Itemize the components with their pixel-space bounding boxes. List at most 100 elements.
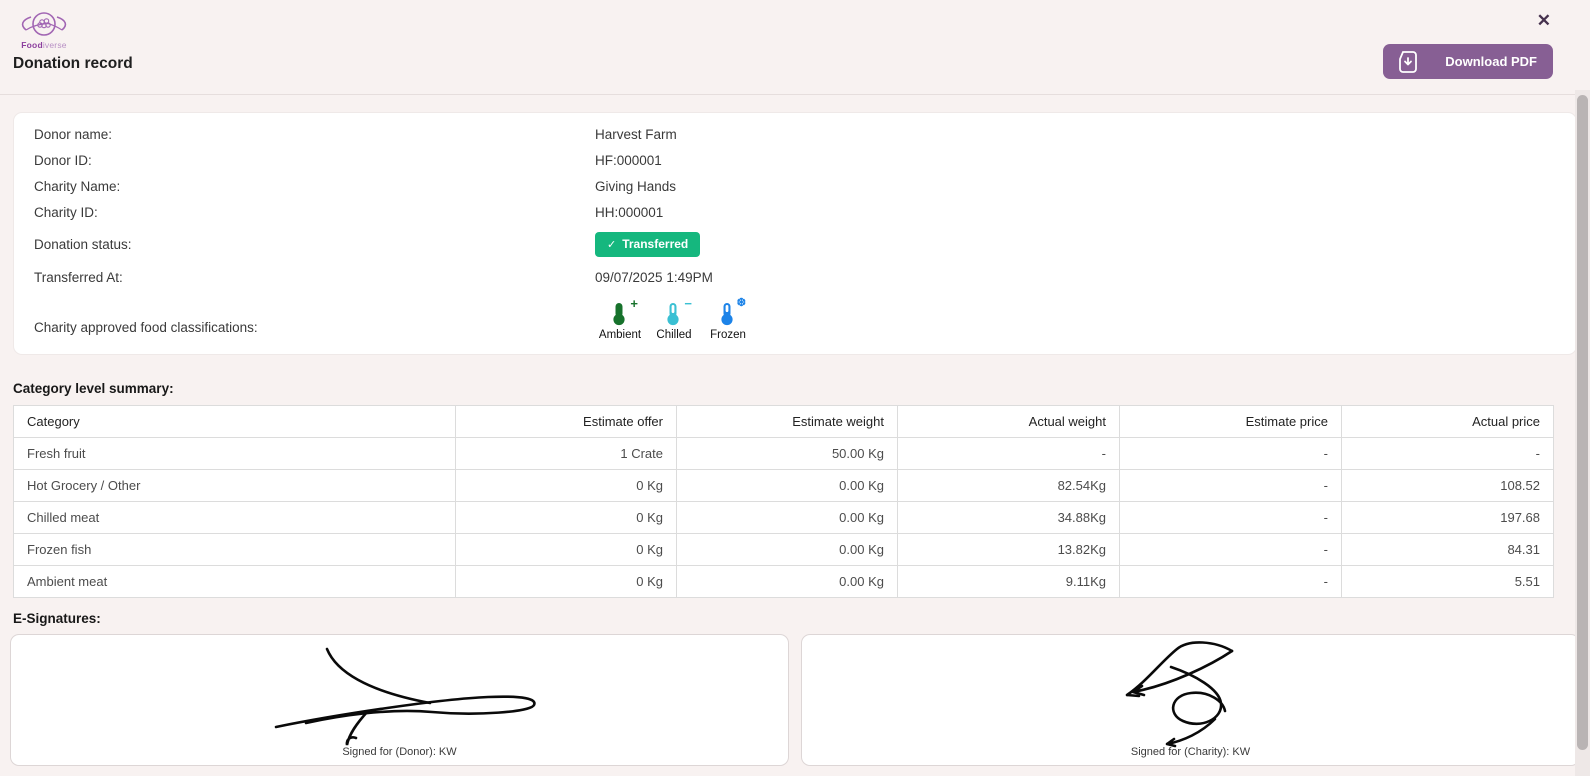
- col-header-estimate-offer: Estimate offer: [456, 406, 677, 438]
- cell-actual-weight: 34.88Kg: [898, 502, 1120, 534]
- cell-estimate-offer: 0 Kg: [456, 534, 677, 566]
- donor-signature-image: [20, 637, 780, 749]
- charity-signature-image: [811, 637, 1571, 749]
- brand-word-light: iverse: [43, 40, 67, 50]
- field-label: Charity approved food classifications:: [14, 302, 595, 335]
- field-donor-name: Donor name: Harvest Farm: [14, 121, 1576, 147]
- donation-info-card: Donor name: Harvest Farm Donor ID: HF:00…: [13, 112, 1577, 355]
- field-label: Donor ID:: [14, 153, 595, 168]
- field-charity-name: Charity Name: Giving Hands: [14, 173, 1576, 199]
- field-label: Transferred At:: [14, 270, 595, 285]
- charity-signature-caption: Signed for (Charity): KW: [802, 746, 1579, 758]
- cell-actual-price: 5.51: [1342, 566, 1554, 598]
- cell-actual-weight: -: [898, 438, 1120, 470]
- classification-chilled: − Chilled: [649, 302, 699, 341]
- col-header-category: Category: [14, 406, 456, 438]
- table-row: Hot Grocery / Other 0 Kg 0.00 Kg 82.54Kg…: [14, 470, 1554, 502]
- download-pdf-button[interactable]: Download PDF: [1383, 44, 1553, 79]
- esignatures-heading: E-Signatures:: [13, 611, 1590, 626]
- scrollbar-track[interactable]: [1575, 90, 1590, 776]
- cell-category: Ambient meat: [14, 566, 456, 598]
- classification-ambient: + Ambient: [595, 302, 645, 341]
- cell-estimate-weight: 0.00 Kg: [677, 470, 898, 502]
- thermometer-minus-icon: −: [663, 302, 685, 326]
- close-icon[interactable]: ✕: [1537, 12, 1551, 29]
- cell-estimate-offer: 0 Kg: [456, 502, 677, 534]
- category-summary-table: Category Estimate offer Estimate weight …: [13, 405, 1554, 598]
- cell-estimate-price: -: [1120, 438, 1342, 470]
- field-value: HH:000001: [595, 205, 663, 220]
- classification-label: Ambient: [599, 329, 641, 341]
- status-badge-label: Transferred: [622, 237, 688, 251]
- cell-actual-price: 84.31: [1342, 534, 1554, 566]
- donor-signature-card: Signed for (Donor): KW: [10, 634, 789, 766]
- cell-actual-weight: 82.54Kg: [898, 470, 1120, 502]
- signature-cards: Signed for (Donor): KW Signed for (Chari…: [10, 634, 1580, 766]
- col-header-actual-weight: Actual weight: [898, 406, 1120, 438]
- minus-modifier: −: [684, 297, 692, 310]
- table-row: Ambient meat 0 Kg 0.00 Kg 9.11Kg - 5.51: [14, 566, 1554, 598]
- col-header-estimate-weight: Estimate weight: [677, 406, 898, 438]
- table-row: Chilled meat 0 Kg 0.00 Kg 34.88Kg - 197.…: [14, 502, 1554, 534]
- cell-category: Fresh fruit: [14, 438, 456, 470]
- charity-signature-card: Signed for (Charity): KW: [801, 634, 1580, 766]
- col-header-estimate-price: Estimate price: [1120, 406, 1342, 438]
- field-donation-status: Donation status: ✓ Transferred: [14, 231, 1576, 257]
- field-label: Donation status:: [14, 237, 595, 252]
- download-file-icon: [1397, 50, 1419, 74]
- cell-estimate-weight: 0.00 Kg: [677, 566, 898, 598]
- cell-estimate-offer: 0 Kg: [456, 566, 677, 598]
- field-donor-id: Donor ID: HF:000001: [14, 147, 1576, 173]
- field-value: Harvest Farm: [595, 127, 677, 142]
- classification-frozen: ❆ Frozen: [703, 302, 753, 341]
- thermometer-plus-icon: +: [609, 302, 631, 326]
- scrollbar-thumb[interactable]: [1577, 95, 1588, 750]
- cell-estimate-price: -: [1120, 534, 1342, 566]
- field-value: 09/07/2025 1:49PM: [595, 270, 713, 285]
- header: Foodiverse Donation record ✕ Download PD…: [0, 0, 1590, 95]
- cell-actual-weight: 9.11Kg: [898, 566, 1120, 598]
- snowflake-modifier: ❆: [737, 298, 746, 309]
- classification-label: Frozen: [710, 329, 746, 341]
- cell-estimate-price: -: [1120, 502, 1342, 534]
- field-transferred-at: Transferred At: 09/07/2025 1:49PM: [14, 264, 1576, 290]
- page-title: Donation record: [13, 55, 133, 73]
- donor-signature-caption: Signed for (Donor): KW: [11, 746, 788, 758]
- field-label: Charity ID:: [14, 205, 595, 220]
- field-value: Giving Hands: [595, 179, 676, 194]
- classification-items: + Ambient − Chilled ❆ Frozen: [595, 302, 753, 341]
- cell-category: Chilled meat: [14, 502, 456, 534]
- category-summary-heading: Category level summary:: [13, 381, 1590, 396]
- cell-estimate-offer: 0 Kg: [456, 470, 677, 502]
- field-label: Charity Name:: [14, 179, 595, 194]
- brand-word-bold: Food: [21, 40, 43, 50]
- cell-estimate-offer: 1 Crate: [456, 438, 677, 470]
- foodiverse-logo: Foodiverse: [16, 8, 72, 50]
- cell-actual-price: -: [1342, 438, 1554, 470]
- cell-estimate-weight: 50.00 Kg: [677, 438, 898, 470]
- plus-modifier: +: [630, 297, 638, 310]
- cell-estimate-price: -: [1120, 470, 1342, 502]
- table-row: Frozen fish 0 Kg 0.00 Kg 13.82Kg - 84.31: [14, 534, 1554, 566]
- cell-actual-weight: 13.82Kg: [898, 534, 1120, 566]
- col-header-actual-price: Actual price: [1342, 406, 1554, 438]
- download-pdf-label: Download PDF: [1445, 54, 1537, 69]
- field-charity-id: Charity ID: HH:000001: [14, 199, 1576, 225]
- cell-actual-price: 108.52: [1342, 470, 1554, 502]
- table-header-row: Category Estimate offer Estimate weight …: [14, 406, 1554, 438]
- cell-estimate-weight: 0.00 Kg: [677, 502, 898, 534]
- planet-logo-icon: [18, 8, 70, 42]
- table-row: Fresh fruit 1 Crate 50.00 Kg - - -: [14, 438, 1554, 470]
- cell-estimate-price: -: [1120, 566, 1342, 598]
- check-icon: ✓: [607, 238, 616, 251]
- thermometer-snowflake-icon: ❆: [717, 302, 739, 326]
- cell-category: Frozen fish: [14, 534, 456, 566]
- cell-actual-price: 197.68: [1342, 502, 1554, 534]
- field-value: HF:000001: [595, 153, 662, 168]
- field-label: Donor name:: [14, 127, 595, 142]
- classification-label: Chilled: [656, 329, 691, 341]
- field-classifications: Charity approved food classifications: +…: [14, 302, 1576, 341]
- cell-category: Hot Grocery / Other: [14, 470, 456, 502]
- brand-wordmark: Foodiverse: [16, 40, 72, 50]
- cell-estimate-weight: 0.00 Kg: [677, 534, 898, 566]
